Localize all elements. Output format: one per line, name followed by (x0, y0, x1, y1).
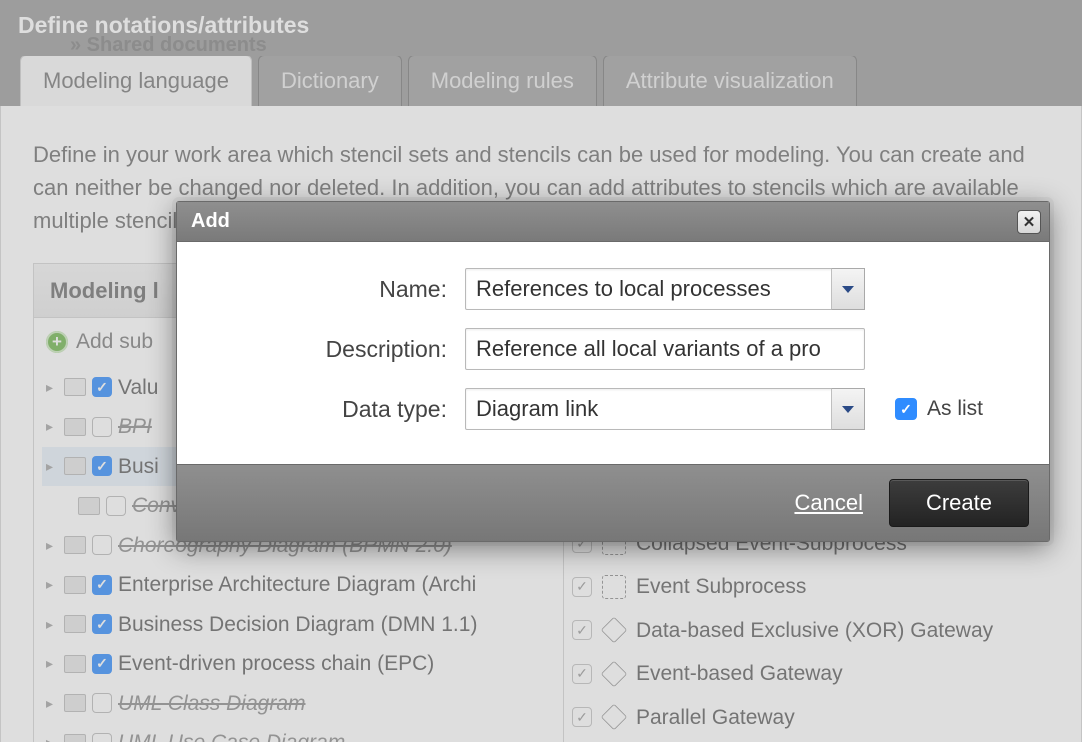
window-header: Define notations/attributes » Shared doc… (0, 0, 1082, 56)
tree-item-label: Business Decision Diagram (DMN 1.1) (118, 609, 477, 641)
checkbox[interactable] (92, 733, 112, 742)
thumb-icon (64, 418, 86, 436)
close-icon[interactable]: ✕ (1017, 210, 1041, 234)
expand-icon[interactable]: ▸ (46, 574, 58, 595)
field-row-description: Description: (205, 328, 1021, 370)
tree-item-label: BPI (118, 411, 152, 443)
tree-item[interactable]: ▸ UML Use Case Diagram (42, 723, 555, 742)
tab-modeling-language[interactable]: Modeling language (20, 55, 252, 106)
thumb-icon (64, 536, 86, 554)
checkbox[interactable] (106, 496, 126, 516)
expand-icon[interactable]: ▸ (46, 614, 58, 635)
thumb-icon (64, 694, 86, 712)
tree-item[interactable]: ▸ ✓ Event-driven process chain (EPC) (42, 644, 555, 684)
checkbox[interactable]: ✓ (92, 654, 112, 674)
tree-item-label: Event-driven process chain (EPC) (118, 648, 434, 680)
datatype-label: Data type: (205, 396, 465, 423)
expand-icon[interactable]: ▸ (46, 693, 58, 714)
thumb-icon (64, 655, 86, 673)
tree-item-label: Busi (118, 451, 159, 483)
checkbox[interactable]: ✓ (572, 620, 592, 640)
thumb-icon (64, 734, 86, 742)
tab-modeling-rules[interactable]: Modeling rules (408, 55, 597, 106)
checkbox[interactable] (92, 535, 112, 555)
stencil-label: Event-based Gateway (636, 658, 843, 690)
expand-icon[interactable]: ▸ (46, 416, 58, 437)
tree-item[interactable]: ▸ ✓ Business Decision Diagram (DMN 1.1) (42, 605, 555, 645)
checkbox[interactable] (92, 693, 112, 713)
background-breadcrumb: » Shared documents (70, 34, 267, 57)
expand-icon[interactable]: ▸ (46, 535, 58, 556)
thumb-icon (64, 378, 86, 396)
stencil-icon (601, 704, 627, 730)
as-list-checkbox[interactable]: ✓ (895, 398, 917, 420)
as-list-label: As list (927, 397, 983, 421)
create-button[interactable]: Create (889, 479, 1029, 527)
description-label: Description: (205, 336, 465, 363)
checkbox[interactable]: ✓ (572, 664, 592, 684)
plus-icon: + (46, 331, 68, 353)
tree-item-label: UML Class Diagram (118, 688, 306, 720)
tab-bar: Modeling language Dictionary Modeling ru… (0, 56, 1082, 106)
stencil-item[interactable]: ✓ Event-based Gateway (568, 652, 1049, 696)
tree-item-label: Enterprise Architecture Diagram (Archi (118, 569, 476, 601)
checkbox[interactable]: ✓ (92, 575, 112, 595)
thumb-icon (64, 457, 86, 475)
modal-footer: Cancel Create (177, 464, 1049, 541)
add-attribute-modal: Add ✕ Name: Description: Data type: ✓ (176, 201, 1050, 542)
expand-icon[interactable]: ▸ (46, 732, 58, 742)
thumb-icon (78, 497, 100, 515)
stencil-item[interactable]: ✓ Event Subprocess (568, 565, 1049, 609)
checkbox[interactable] (92, 417, 112, 437)
field-row-datatype: Data type: ✓ As list (205, 388, 1021, 430)
stencil-label: Event Subprocess (636, 571, 806, 603)
add-subset-label: Add sub (76, 326, 153, 358)
modal-body: Name: Description: Data type: ✓ As list (177, 242, 1049, 464)
name-dropdown-button[interactable] (831, 268, 865, 310)
name-label: Name: (205, 276, 465, 303)
checkbox[interactable]: ✓ (92, 614, 112, 634)
stencil-item[interactable]: ✓ Parallel Gateway (568, 696, 1049, 740)
tree-item-label: Valu (118, 372, 158, 404)
stencil-label: Parallel Gateway (636, 702, 795, 734)
tree-item[interactable]: ▸ ✓ Enterprise Architecture Diagram (Arc… (42, 565, 555, 605)
stencil-item[interactable]: ✓ Data-based Exclusive (XOR) Gateway (568, 609, 1049, 653)
tree-item-label: UML Use Case Diagram (118, 727, 345, 742)
tab-dictionary[interactable]: Dictionary (258, 55, 402, 106)
tree-item[interactable]: ▸ UML Class Diagram (42, 684, 555, 724)
datatype-dropdown-button[interactable] (831, 388, 865, 430)
datatype-input[interactable] (465, 388, 865, 430)
description-input[interactable] (465, 328, 865, 370)
thumb-icon (64, 576, 86, 594)
modal-titlebar: Add ✕ (177, 202, 1049, 242)
checkbox[interactable]: ✓ (92, 456, 112, 476)
thumb-icon (64, 615, 86, 633)
as-list-toggle[interactable]: ✓ As list (895, 397, 983, 421)
expand-icon[interactable]: ▸ (46, 456, 58, 477)
stencil-icon (602, 575, 626, 599)
stencil-icon (601, 661, 627, 687)
checkbox[interactable]: ✓ (572, 577, 592, 597)
stencil-icon (601, 617, 627, 643)
checkbox[interactable]: ✓ (572, 707, 592, 727)
stencil-label: Data-based Exclusive (XOR) Gateway (636, 615, 993, 647)
field-row-name: Name: (205, 268, 1021, 310)
checkbox[interactable]: ✓ (92, 377, 112, 397)
name-input[interactable] (465, 268, 865, 310)
expand-icon[interactable]: ▸ (46, 653, 58, 674)
expand-icon[interactable]: ▸ (46, 377, 58, 398)
tab-attribute-visualization[interactable]: Attribute visualization (603, 55, 857, 106)
modal-title: Add (191, 210, 230, 233)
cancel-button[interactable]: Cancel (794, 490, 862, 516)
